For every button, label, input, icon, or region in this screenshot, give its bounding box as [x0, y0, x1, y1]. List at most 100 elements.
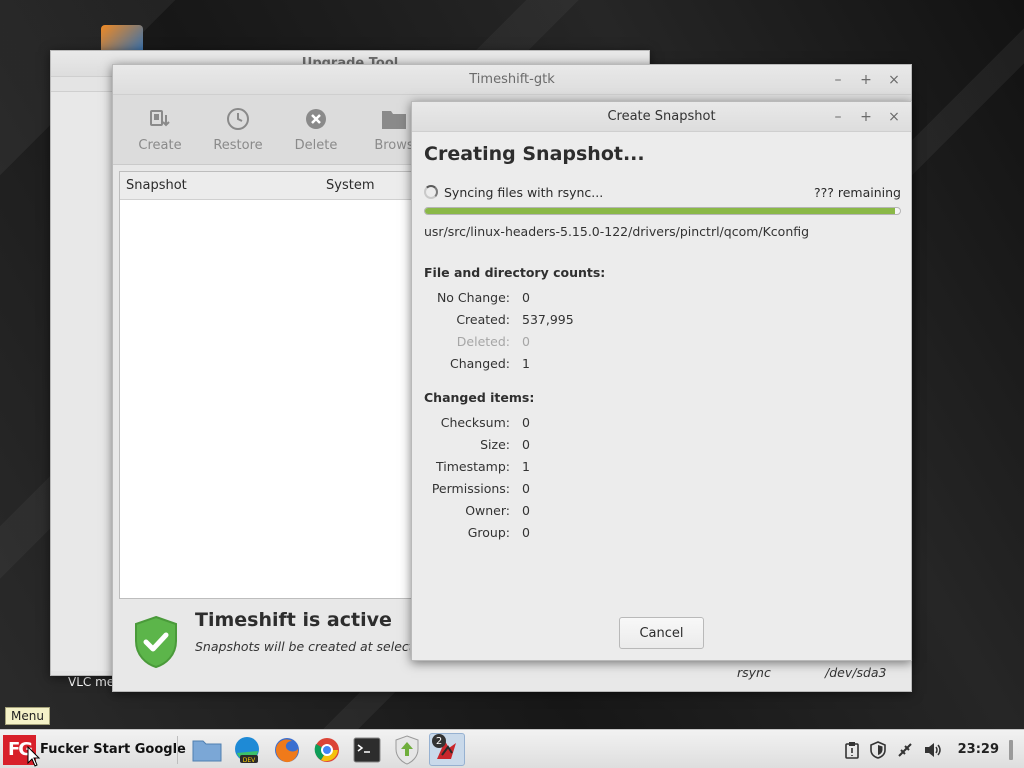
counts-list: No Change: 0 Created: 537,995 Deleted: 0 Ch… — [424, 286, 901, 374]
clipboard-icon[interactable] — [844, 741, 860, 759]
taskbar-separator — [177, 736, 178, 764]
create-button[interactable]: Create — [121, 106, 199, 153]
snapshot-list[interactable]: Snapshot System — [119, 171, 419, 599]
network-disconnected-icon[interactable] — [896, 741, 914, 759]
remaining-text: ??? remaining — [814, 184, 901, 200]
dialog-titlebar[interactable]: Create Snapshot – + × — [412, 102, 911, 132]
dialog-close-button[interactable]: × — [887, 109, 901, 125]
progress-bar — [424, 207, 901, 215]
terminal-launcher[interactable] — [349, 733, 385, 766]
column-system[interactable]: System — [320, 178, 374, 193]
system-tray: 23:29 — [844, 730, 1024, 768]
changed-row: Group: 0 — [424, 521, 901, 543]
browse-label: Brows — [374, 138, 414, 153]
changed-row: Permissions: 0 — [424, 477, 901, 499]
changed-value: 1 — [522, 458, 530, 474]
spinner-icon — [424, 185, 438, 199]
sync-status-text: Syncing files with rsync... — [444, 184, 604, 200]
chrome-launcher[interactable] — [309, 733, 345, 766]
close-button[interactable]: × — [887, 72, 901, 88]
status-subtitle: Snapshots will be created at selected i — [195, 639, 410, 654]
column-snapshot[interactable]: Snapshot — [120, 178, 320, 193]
changed-value: 0 — [522, 414, 530, 430]
firefox-launcher[interactable] — [269, 733, 305, 766]
changed-label: Owner: — [465, 502, 510, 518]
update-manager-launcher[interactable] — [389, 733, 425, 766]
timeshift-window-group[interactable]: 2 — [429, 733, 465, 766]
counts-title: File and directory counts: — [424, 265, 606, 280]
delete-label: Delete — [294, 138, 338, 153]
show-desktop-icon[interactable] — [1008, 739, 1014, 761]
maximize-button[interactable]: + — [859, 72, 873, 88]
clock[interactable]: 23:29 — [958, 742, 999, 757]
count-row: Deleted: 0 — [424, 330, 901, 352]
create-label: Create — [138, 138, 182, 153]
changed-list: Checksum: 0 Size: 0 Timestamp: 1 Permission… — [424, 411, 901, 543]
timeshift-title: Timeshift-gtk — [469, 72, 555, 87]
update-shield-icon — [395, 734, 419, 765]
mouse-cursor-icon — [27, 746, 41, 767]
changed-label: Checksum: — [440, 414, 510, 430]
files-launcher[interactable] — [189, 733, 225, 766]
edge-dev-icon: DEV — [235, 736, 259, 764]
snapshot-list-header: Snapshot System — [120, 172, 418, 200]
dialog-body: Creating Snapshot... Syncing files with … — [424, 132, 901, 543]
current-file-path: usr/src/linux-headers-5.15.0-122/drivers… — [424, 224, 810, 239]
changed-label: Group: — [467, 524, 510, 540]
count-label: Deleted: — [456, 333, 510, 349]
minimize-button[interactable]: – — [831, 72, 845, 88]
count-row: Changed: 1 — [424, 352, 901, 374]
menu-label: Fucker Start Google — [40, 742, 186, 757]
cancel-button[interactable]: Cancel — [619, 617, 704, 649]
delete-icon — [304, 106, 328, 132]
status-title: Timeshift is active — [195, 609, 392, 631]
changed-label: Timestamp: — [436, 458, 510, 474]
folder-icon — [381, 106, 407, 132]
firefox-icon — [275, 737, 299, 762]
svg-text:DEV: DEV — [243, 757, 256, 764]
count-label: Created: — [456, 311, 510, 327]
count-label: No Change: — [436, 289, 510, 305]
count-value: 0 — [522, 333, 530, 349]
count-row: No Change: 0 — [424, 286, 901, 308]
security-shield-icon[interactable] — [869, 740, 887, 759]
chrome-icon — [314, 737, 339, 762]
terminal-icon — [353, 737, 381, 762]
menu-tooltip: Menu — [5, 707, 50, 725]
progress-fill — [425, 208, 896, 214]
count-row: Created: 537,995 — [424, 308, 901, 330]
volume-icon[interactable] — [923, 741, 943, 759]
window-count-badge: 2 — [432, 734, 446, 748]
desktop-icon-label[interactable]: VLC me — [68, 675, 114, 689]
folder-icon — [192, 740, 222, 761]
delete-button[interactable]: Delete — [277, 106, 355, 153]
dialog-maximize-button[interactable]: + — [859, 109, 873, 125]
create-snapshot-icon — [148, 106, 172, 132]
changed-title: Changed items: — [424, 390, 535, 405]
changed-row: Size: 0 — [424, 433, 901, 455]
restore-clock-icon — [226, 106, 250, 132]
edge-dev-launcher[interactable]: DEV — [229, 733, 265, 766]
restore-button[interactable]: Restore — [199, 106, 277, 153]
changed-label: Permissions: — [431, 480, 510, 496]
dialog-title: Create Snapshot — [607, 109, 716, 124]
restore-label: Restore — [213, 138, 263, 153]
dialog-minimize-button[interactable]: – — [831, 109, 845, 125]
count-value: 537,995 — [522, 311, 574, 327]
count-value: 1 — [522, 355, 530, 371]
changed-label: Size: — [480, 436, 510, 452]
changed-value: 0 — [522, 480, 530, 496]
changed-row: Checksum: 0 — [424, 411, 901, 433]
dialog-heading: Creating Snapshot... — [424, 143, 645, 165]
status-device: /dev/sda3 — [825, 665, 887, 680]
timeshift-titlebar[interactable]: Timeshift-gtk – + × — [113, 65, 911, 95]
create-snapshot-dialog: Create Snapshot – + × Creating Snapshot.… — [411, 101, 912, 661]
sync-status-row: Syncing files with rsync... ??? remainin… — [424, 183, 901, 201]
shield-check-icon — [133, 615, 179, 673]
count-value: 0 — [522, 289, 530, 305]
changed-value: 0 — [522, 436, 530, 452]
status-mode: rsync — [737, 665, 771, 680]
changed-value: 0 — [522, 502, 530, 518]
count-label: Changed: — [449, 355, 510, 371]
upgrade-tool-content — [51, 91, 113, 671]
